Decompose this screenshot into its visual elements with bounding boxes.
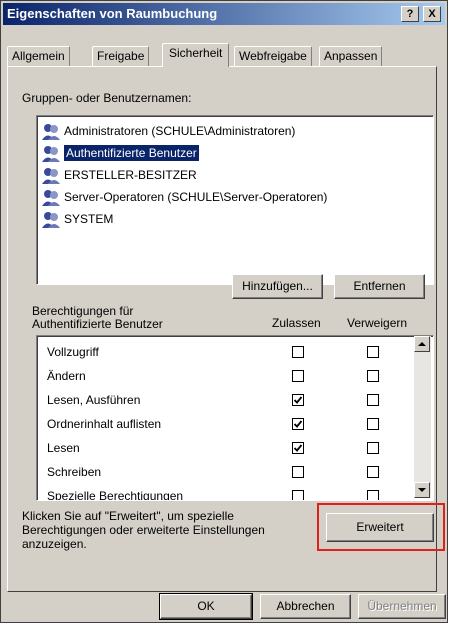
scroll-down-button[interactable]: [414, 482, 430, 498]
arrow-down-icon: [418, 488, 426, 492]
add-button[interactable]: Hinzufügen...: [232, 274, 323, 299]
user-group-icon: [41, 145, 61, 163]
permission-name: Spezielle Berechtigungen: [47, 489, 184, 501]
allow-column-header: Zulassen: [272, 316, 321, 330]
advanced-hint-text: Klicken Sie auf "Erweitert", um speziell…: [22, 509, 265, 551]
users-list[interactable]: Administratoren (SCHULE\Administratoren)…: [36, 115, 434, 285]
ok-button[interactable]: OK: [159, 593, 253, 620]
title-bar[interactable]: Eigenschaften von Raumbuchung ? X: [3, 3, 445, 25]
allow-checkbox[interactable]: [292, 418, 304, 430]
permission-name: Lesen: [47, 441, 80, 455]
apply-button[interactable]: Übernehmen: [358, 594, 446, 619]
tab-allgemein[interactable]: Allgemein: [7, 46, 70, 66]
deny-checkbox[interactable]: [367, 394, 379, 406]
tab-anpassen[interactable]: Anpassen: [319, 46, 383, 66]
permissions-scrollbar[interactable]: [414, 336, 431, 498]
permission-name: Schreiben: [47, 465, 102, 479]
tab-sicherheit[interactable]: Sicherheit: [162, 43, 230, 67]
permission-row: Ordnerinhalt auflisten: [47, 412, 161, 436]
user-group-icon: [41, 123, 61, 141]
arrow-up-icon: [418, 342, 426, 346]
user-group-icon: [41, 189, 61, 207]
permission-row: Vollzugriff: [47, 340, 99, 364]
user-list-item[interactable]: Server-Operatoren (SCHULE\Server-Operato…: [41, 186, 329, 208]
user-list-item-selected[interactable]: Authentifizierte Benutzer: [41, 142, 201, 164]
permission-row: Lesen: [47, 436, 80, 460]
allow-checkbox[interactable]: [292, 394, 304, 406]
permission-name: Lesen, Ausführen: [47, 393, 141, 407]
deny-column-header: Verweigern: [347, 316, 408, 330]
user-list-item[interactable]: SYSTEM: [41, 208, 115, 230]
permission-row: Schreiben: [47, 460, 101, 484]
deny-checkbox[interactable]: [367, 418, 379, 430]
allow-checkbox[interactable]: [292, 370, 304, 382]
permissions-label: Berechtigungen für Authentifizierte Benu…: [32, 304, 163, 331]
users-section-label: Gruppen- oder Benutzernamen:: [22, 91, 192, 105]
help-button[interactable]: ?: [401, 6, 419, 22]
permission-row: Lesen, Ausführen: [47, 388, 140, 412]
permission-name: Ordnerinhalt auflisten: [47, 417, 162, 431]
deny-checkbox[interactable]: [367, 442, 379, 454]
permission-row: Ändern: [47, 364, 86, 388]
security-panel: Gruppen- oder Benutzernamen: Administrat…: [7, 66, 445, 592]
user-list-item[interactable]: ERSTELLER-BESITZER: [41, 164, 199, 186]
deny-checkbox[interactable]: [367, 490, 379, 500]
close-button[interactable]: X: [423, 6, 441, 22]
tab-freigabe[interactable]: Freigabe: [92, 46, 150, 66]
allow-checkbox[interactable]: [292, 442, 304, 454]
cancel-button[interactable]: Abbrechen: [260, 594, 351, 619]
permission-row: Spezielle Berechtigungen: [47, 484, 184, 501]
allow-checkbox[interactable]: [292, 346, 304, 358]
user-group-icon: [41, 211, 61, 229]
properties-dialog: Eigenschaften von Raumbuchung ? X Allgem…: [0, 0, 448, 623]
user-group-icon: [41, 167, 61, 185]
advanced-button[interactable]: Erweitert: [326, 513, 434, 542]
permission-name: Vollzugriff: [47, 345, 99, 359]
deny-checkbox[interactable]: [367, 466, 379, 478]
allow-checkbox[interactable]: [292, 490, 304, 500]
remove-button[interactable]: Entfernen: [334, 274, 425, 299]
window-title: Eigenschaften von Raumbuchung: [7, 6, 218, 21]
permission-name: Ändern: [47, 369, 86, 383]
permissions-list[interactable]: Vollzugriff Ändern Lesen, Ausführen Ordneri…: [36, 335, 434, 501]
tab-webfreigabe[interactable]: Webfreigabe: [234, 46, 312, 66]
user-list-item[interactable]: Administratoren (SCHULE\Administratoren): [41, 120, 297, 142]
deny-checkbox[interactable]: [367, 346, 379, 358]
allow-checkbox[interactable]: [292, 466, 304, 478]
scroll-up-button[interactable]: [414, 336, 430, 352]
deny-checkbox[interactable]: [367, 370, 379, 382]
